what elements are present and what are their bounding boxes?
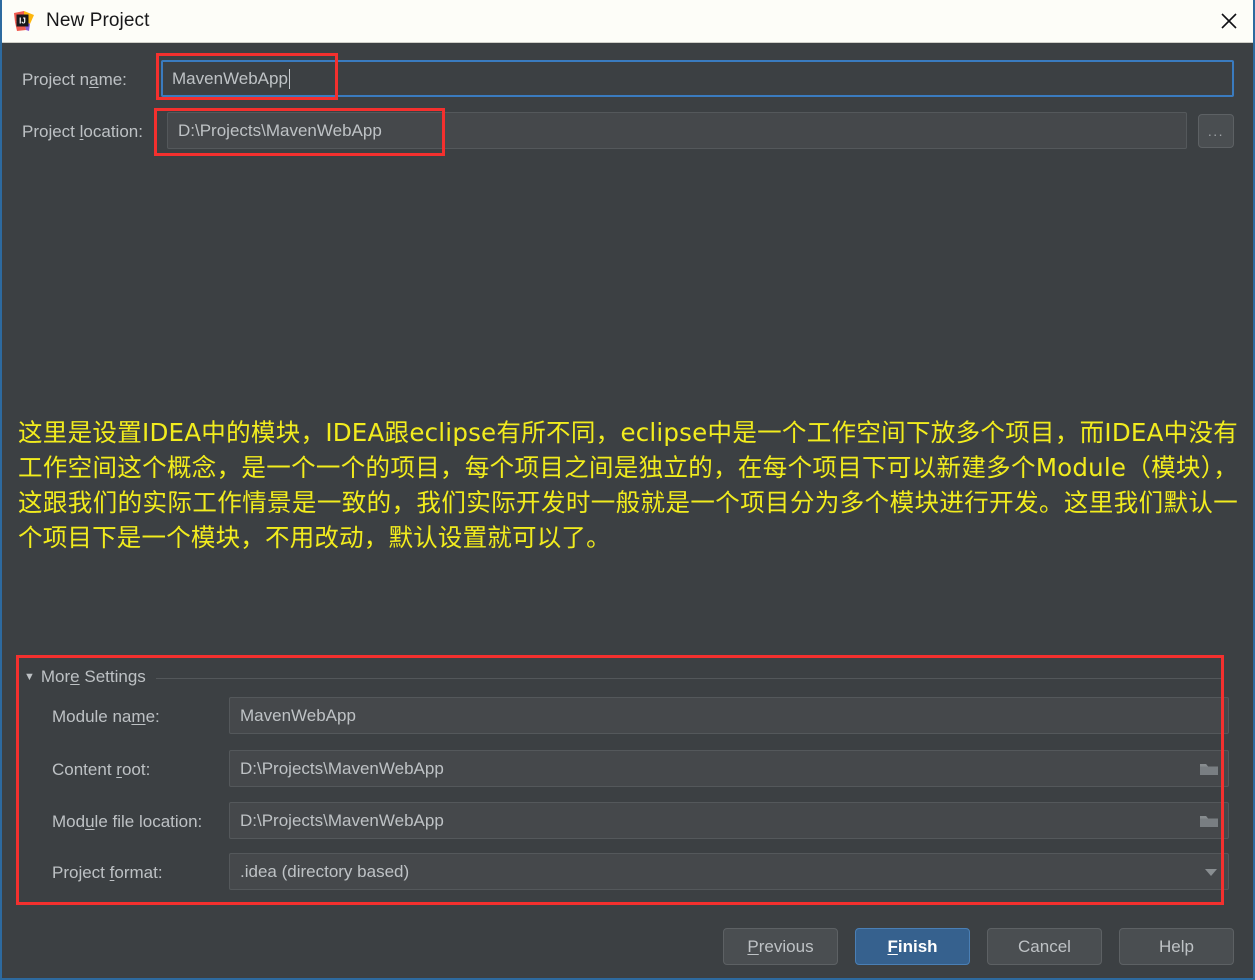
intellij-idea-logo-icon: IJ — [13, 10, 35, 32]
section-divider — [155, 677, 1224, 679]
content-root-input[interactable]: D:\Projects\MavenWebApp — [229, 750, 1229, 787]
svg-text:IJ: IJ — [19, 17, 26, 26]
content-root-label: Content root: — [52, 760, 151, 779]
finish-button[interactable]: Finish — [855, 928, 970, 965]
folder-icon[interactable] — [1199, 761, 1219, 777]
project-name-input[interactable]: MavenWebApp — [161, 60, 1234, 97]
help-button[interactable]: Help — [1119, 928, 1234, 965]
annotation-text: 这里是设置IDEA中的模块，IDEA跟eclipse有所不同，eclipse中是… — [18, 418, 1238, 552]
chevron-down-icon[interactable] — [1203, 867, 1219, 877]
module-name-label: Module name: — [52, 707, 160, 726]
new-project-dialog: IJ New Project Project name: MavenWebApp… — [0, 0, 1255, 980]
browse-location-button[interactable]: ... — [1198, 114, 1234, 148]
project-location-input[interactable]: D:\Projects\MavenWebApp — [167, 112, 1187, 149]
more-settings-label: More Settings — [40, 667, 146, 686]
window-title: New Project — [46, 10, 150, 31]
cancel-button[interactable]: Cancel — [987, 928, 1102, 965]
triangle-down-icon: ▼ — [24, 670, 35, 683]
more-settings-header[interactable]: ▼ More Settings — [24, 666, 1224, 688]
project-format-label: Project format: — [52, 863, 163, 882]
module-file-location-label: Module file location: — [52, 812, 203, 831]
folder-icon[interactable] — [1199, 813, 1219, 829]
title-bar: IJ New Project — [2, 0, 1253, 43]
text-caret — [288, 68, 290, 89]
module-name-input[interactable]: MavenWebApp — [229, 697, 1229, 734]
content-root-value: D:\Projects\MavenWebApp — [240, 758, 444, 778]
project-location-label: Project location: — [22, 122, 143, 141]
project-format-value: .idea (directory based) — [240, 861, 410, 881]
close-icon[interactable] — [1201, 0, 1253, 42]
project-location-value: D:\Projects\MavenWebApp — [178, 120, 382, 140]
dialog-body: Project name: MavenWebApp Project locati… — [2, 43, 1253, 978]
module-file-location-value: D:\Projects\MavenWebApp — [240, 810, 444, 830]
previous-button[interactable]: Previous — [723, 928, 838, 965]
project-format-select[interactable]: .idea (directory based) — [229, 853, 1229, 890]
project-name-value: MavenWebApp — [172, 68, 288, 88]
project-name-label: Project name: — [22, 70, 127, 89]
ellipsis-icon: ... — [1207, 123, 1225, 139]
module-file-location-input[interactable]: D:\Projects\MavenWebApp — [229, 802, 1229, 839]
module-name-value: MavenWebApp — [240, 705, 356, 725]
